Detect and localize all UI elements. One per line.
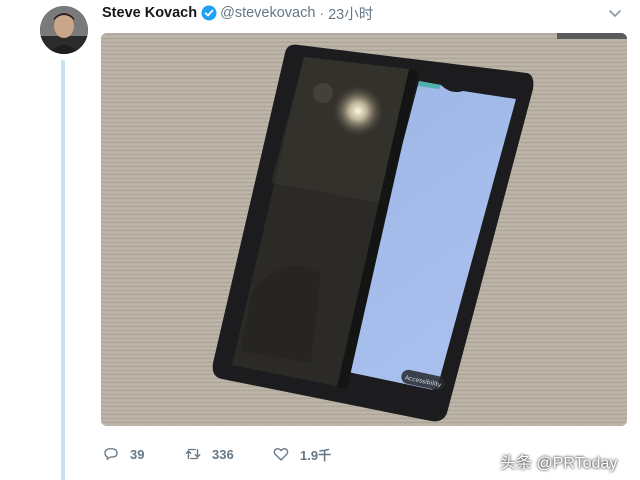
timestamp[interactable]: 23小时 — [328, 3, 373, 24]
tweet-photo[interactable]: Accessibility — [101, 33, 627, 426]
thread-line — [61, 60, 65, 480]
verified-badge-icon — [201, 5, 217, 21]
tweet-actions: 39 336 1.9千 — [102, 442, 362, 466]
reply-icon — [104, 448, 118, 460]
retweet-button[interactable]: 336 — [184, 445, 272, 463]
tweet-header: Steve Kovach @stevekovach · 23小时 — [102, 3, 373, 24]
separator-dot: · — [319, 5, 325, 21]
retweet-count: 336 — [212, 446, 234, 462]
retweet-icon — [185, 448, 201, 460]
display-name[interactable]: Steve Kovach — [102, 5, 197, 21]
reply-button[interactable]: 39 — [102, 445, 184, 463]
avatar[interactable] — [40, 6, 88, 54]
heart-icon — [273, 447, 289, 461]
reply-count: 39 — [130, 446, 145, 462]
user-handle[interactable]: @stevekovach — [220, 5, 315, 21]
chevron-down-icon[interactable] — [608, 6, 622, 18]
like-button[interactable]: 1.9千 — [272, 445, 362, 464]
like-count: 1.9千 — [300, 447, 332, 463]
watermark: 头条 @PRToday — [500, 455, 618, 472]
